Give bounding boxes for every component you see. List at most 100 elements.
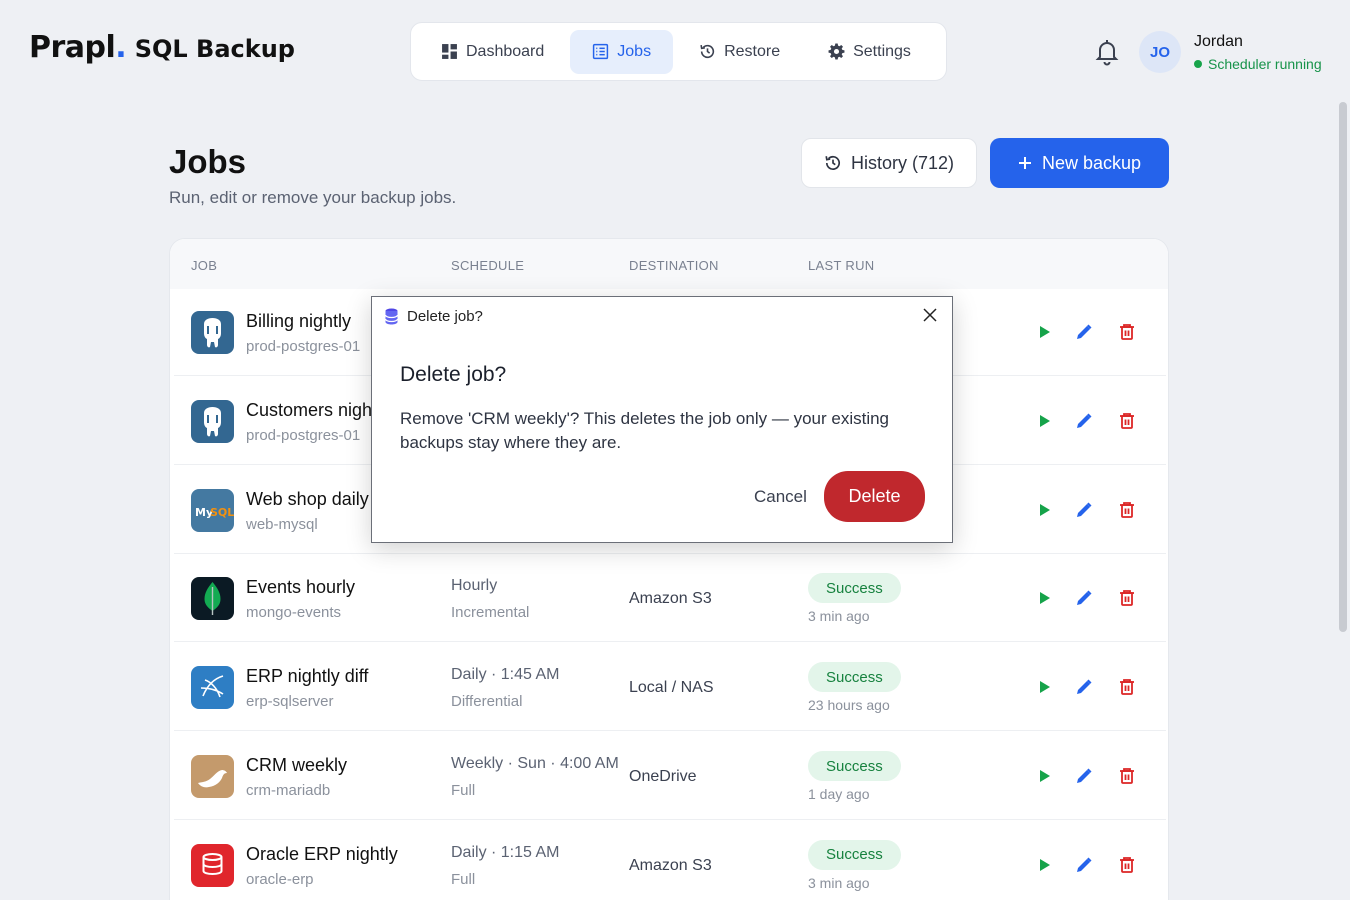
pencil-icon[interactable] [1074,500,1094,520]
trash-icon[interactable] [1117,500,1137,520]
sqlserver-icon [191,666,234,710]
top-navigation: Dashboard Jobs Restore Settings [410,22,947,81]
nav-dashboard-label: Dashboard [466,42,545,60]
job-backup-type: Full [451,782,476,799]
play-icon[interactable] [1034,500,1054,520]
job-schedule: Daily · 1:15 AM [451,843,560,861]
nav-jobs-label: Jobs [617,42,652,60]
job-backup-type: Full [451,870,476,888]
scroll-thumb[interactable] [1339,102,1347,632]
job-schedule: Weekly · Sun · 4:00 AM [451,755,619,772]
trash-icon[interactable] [1117,411,1137,431]
new-backup-label: New backup [1041,152,1142,173]
pencil-icon[interactable] [1074,677,1094,697]
status-dot-icon [1194,60,1202,68]
table-row: Events hourly mongo-events Hourly Increment… [174,555,1166,643]
page-scrollbar[interactable] [1336,100,1350,900]
history-button[interactable]: History (712) [801,138,977,188]
job-host: erp-sqlserver [246,693,334,711]
pencil-icon[interactable] [1074,588,1094,608]
job-destination: Amazon S3 [629,856,712,874]
job-host: web-mysql [246,515,318,533]
pencil-icon[interactable] [1074,855,1094,875]
close-icon[interactable] [922,307,938,323]
play-icon[interactable] [1034,766,1054,786]
play-icon[interactable] [1034,588,1054,608]
brand-logo[interactable]: Prapl. SQL Backup [29,30,295,65]
gear-icon [828,43,845,60]
dialog-heading: Delete job? [400,363,507,386]
play-icon[interactable] [1034,322,1054,342]
pencil-icon[interactable] [1074,322,1094,342]
delete-button[interactable]: Delete [824,471,925,522]
play-icon[interactable] [1034,411,1054,431]
nav-settings[interactable]: Settings [806,30,933,74]
delete-job-dialog: Delete job? Delete job? Remove 'CRM week… [371,296,953,543]
cancel-button[interactable]: Cancel [754,487,807,507]
last-run-time: 1 day ago [808,786,870,802]
user-name: Jordan [1194,33,1243,50]
header-job: JOB [191,258,218,273]
job-name[interactable]: Billing nightly [246,311,351,332]
job-host: oracle-erp [246,870,314,888]
job-name[interactable]: Events hourly [246,577,355,598]
app-db-icon [384,308,399,324]
last-run-time: 23 hours ago [808,697,890,714]
brand-product: SQL Backup [134,35,295,63]
new-backup-button[interactable]: New backup [990,138,1169,188]
mysql-icon: My SQL [191,488,234,532]
header-last-run: LAST RUN [808,258,875,273]
nav-dashboard[interactable]: Dashboard [419,30,566,74]
restore-icon [700,44,715,59]
nav-restore[interactable]: Restore [677,30,802,74]
table-row: Oracle ERP nightly oracle-erp Daily · 1:15… [174,822,1166,900]
play-icon[interactable] [1034,677,1054,697]
trash-icon[interactable] [1117,677,1137,697]
scheduler-status-label: Scheduler running [1208,56,1322,72]
status-badge: Success [808,751,901,781]
plus-icon [1018,157,1031,169]
job-name[interactable]: Web shop daily [246,489,369,510]
brand-name: Prapl [29,30,116,65]
job-name[interactable]: Customers nightly [246,400,390,421]
mariadb-icon [191,755,234,798]
avatar[interactable]: JO [1139,31,1181,73]
history-button-label: History (712) [850,152,955,173]
trash-icon[interactable] [1117,855,1137,875]
trash-icon[interactable] [1117,588,1137,608]
postgres-icon [191,399,234,443]
oracle-icon [191,843,234,887]
dashboard-icon [442,44,457,59]
trash-icon[interactable] [1117,766,1137,786]
dialog-message: Remove 'CRM weekly'? This deletes the jo… [400,409,889,452]
job-name[interactable]: Oracle ERP nightly [246,844,398,865]
header-schedule: SCHEDULE [451,258,525,273]
mongodb-icon [191,577,234,621]
scheduler-status: Scheduler running [1194,56,1322,72]
nav-restore-label: Restore [724,42,781,60]
page-title: Jobs [169,143,247,180]
last-run-time: 3 min ago [808,608,870,625]
job-destination: Amazon S3 [629,590,712,608]
pencil-icon[interactable] [1074,411,1094,431]
trash-icon[interactable] [1117,322,1137,342]
dialog-titlebar: Delete job? [372,297,952,335]
nav-jobs[interactable]: Jobs [570,29,674,74]
history-icon [825,156,840,170]
job-name[interactable]: CRM weekly [246,755,347,776]
table-header: JOB SCHEDULE DESTINATION LAST RUN [170,239,1168,289]
bell-icon[interactable] [1094,38,1120,66]
job-name[interactable]: ERP nightly diff [246,666,368,687]
job-schedule: Hourly [451,577,498,595]
header-destination: DESTINATION [629,258,719,273]
job-host: prod-postgres-01 [246,338,361,355]
table-row: CRM weekly crm-mariadb Weekly · Sun · 4:00… [174,733,1166,820]
job-destination: Local / NAS [629,679,714,697]
postgres-icon [191,311,234,354]
dialog-window-title: Delete job? [407,307,483,325]
job-backup-type: Incremental [451,604,530,622]
page-subtitle: Run, edit or remove your backup jobs. [169,188,457,207]
play-icon[interactable] [1034,855,1054,875]
pencil-icon[interactable] [1074,766,1094,786]
brand-dot: . [115,30,127,65]
